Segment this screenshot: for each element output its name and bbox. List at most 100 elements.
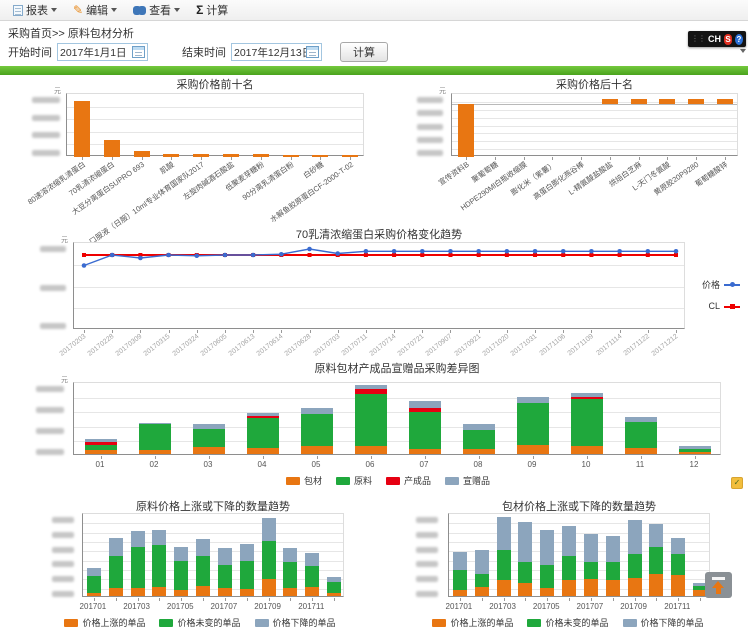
stack-segment <box>571 446 603 454</box>
stack-segment <box>517 403 549 445</box>
stack-segment <box>518 561 532 583</box>
x-tick <box>581 157 582 160</box>
x-tick <box>466 157 467 160</box>
stack-segment <box>283 548 297 561</box>
stack-segment <box>218 548 232 566</box>
data-point-marker <box>674 253 678 257</box>
ime-language[interactable]: CH <box>708 34 721 44</box>
calculate-button[interactable]: 计算 <box>340 42 388 62</box>
bar <box>134 151 150 157</box>
stack-segment <box>240 544 254 561</box>
series-line <box>84 249 676 266</box>
x-tick <box>101 456 102 459</box>
x-tick-label: 201705 <box>158 602 202 611</box>
plot-area <box>448 513 710 597</box>
legend-label: 价格上涨的单品 <box>450 616 513 629</box>
data-point-marker <box>589 253 593 257</box>
drag-handle-icon[interactable]: ⋮⋮ <box>691 35 705 43</box>
blurred-y-label <box>32 150 60 156</box>
x-tick-label: 201705 <box>524 602 568 611</box>
x-label-text: 宣传资料B <box>437 159 472 188</box>
stack-segment <box>152 530 166 545</box>
chart-packaging-price-count: 包材价格上涨或下降的数量趋势20170120170320170520170720… <box>388 498 748 634</box>
legend-label: 产成品 <box>404 474 431 487</box>
x-date-text: 20170614 <box>256 333 285 358</box>
stack-segment <box>85 439 117 441</box>
stack-segment <box>85 445 117 450</box>
blurred-y-label <box>52 561 74 567</box>
data-point-marker <box>505 253 509 257</box>
stack-segment <box>409 408 441 412</box>
ime-collapse-icon[interactable] <box>740 49 746 53</box>
gridline <box>452 149 737 150</box>
x-tick <box>263 456 264 459</box>
ime-logo-icon[interactable]: S <box>724 34 732 45</box>
gridline <box>452 110 737 111</box>
start-date-input[interactable] <box>60 46 132 58</box>
stack-segment <box>453 570 467 590</box>
stack-segment <box>463 430 495 449</box>
data-point-marker <box>505 249 510 254</box>
x-tick <box>197 330 198 333</box>
ime-toolbar[interactable]: ⋮⋮ CH S ? <box>688 31 746 47</box>
stack-segment <box>109 556 123 588</box>
x-tick <box>140 330 141 333</box>
x-tick <box>201 157 202 160</box>
menu-report[interactable]: 报表 <box>5 0 65 20</box>
x-date-text: 20171122 <box>623 333 651 357</box>
stack-segment <box>174 590 188 597</box>
end-date-input[interactable] <box>234 46 306 58</box>
x-date-text: 20170703 <box>312 333 341 358</box>
legend-color-chip <box>286 477 300 485</box>
legend-item: 产成品 <box>386 474 431 487</box>
axis-unit-label: 元 <box>439 86 446 96</box>
x-tick <box>155 456 156 459</box>
x-tick <box>112 157 113 160</box>
data-point-marker <box>279 252 284 257</box>
stack-segment <box>139 423 171 424</box>
stack-segment <box>283 562 297 588</box>
stack-segment <box>247 413 279 416</box>
gridline <box>449 523 709 524</box>
data-point-marker <box>392 253 396 257</box>
legend-label: 包材 <box>304 474 322 487</box>
x-tick <box>84 330 85 333</box>
legend-color-chip <box>64 619 78 627</box>
stack-segment <box>571 393 603 397</box>
gridline <box>67 132 363 133</box>
legend-color-chip <box>432 619 446 627</box>
chevron-down-icon <box>111 8 117 12</box>
x-tick <box>460 598 461 601</box>
x-tick <box>525 598 526 601</box>
x-tick <box>648 330 649 333</box>
calendar-icon[interactable] <box>132 46 145 58</box>
legend-color-chip <box>623 619 637 627</box>
annotation-check-icon[interactable]: ✓ <box>731 477 743 489</box>
menu-view[interactable]: 查看 <box>125 0 188 20</box>
stack-segment <box>301 446 333 454</box>
back-to-top-button[interactable] <box>705 572 732 598</box>
bar <box>193 154 209 157</box>
axis-unit-label: 元 <box>54 86 61 96</box>
calendar-icon[interactable] <box>306 46 319 58</box>
x-date-text: 20170605 <box>199 333 228 358</box>
x-tick-label: 201709 <box>612 602 656 611</box>
menu-calculate[interactable]: Σ 计算 <box>188 0 236 20</box>
plot-area <box>73 242 685 329</box>
x-tick-label: 07 <box>402 460 446 469</box>
plot-area <box>73 382 721 455</box>
stack-segment <box>152 587 166 596</box>
chevron-down-icon <box>51 8 57 12</box>
blurred-y-label <box>416 576 438 582</box>
stack-segment <box>305 553 319 566</box>
menu-edit[interactable]: ✎ 编辑 <box>65 0 125 20</box>
stack-segment <box>628 520 642 554</box>
x-tick <box>591 330 592 333</box>
x-tick <box>700 598 701 601</box>
stack-segment <box>571 399 603 446</box>
help-icon[interactable]: ? <box>735 34 743 45</box>
bar <box>342 155 358 158</box>
stack-segment <box>517 445 549 454</box>
stack-segment <box>109 538 123 556</box>
stack-segment <box>584 579 598 596</box>
